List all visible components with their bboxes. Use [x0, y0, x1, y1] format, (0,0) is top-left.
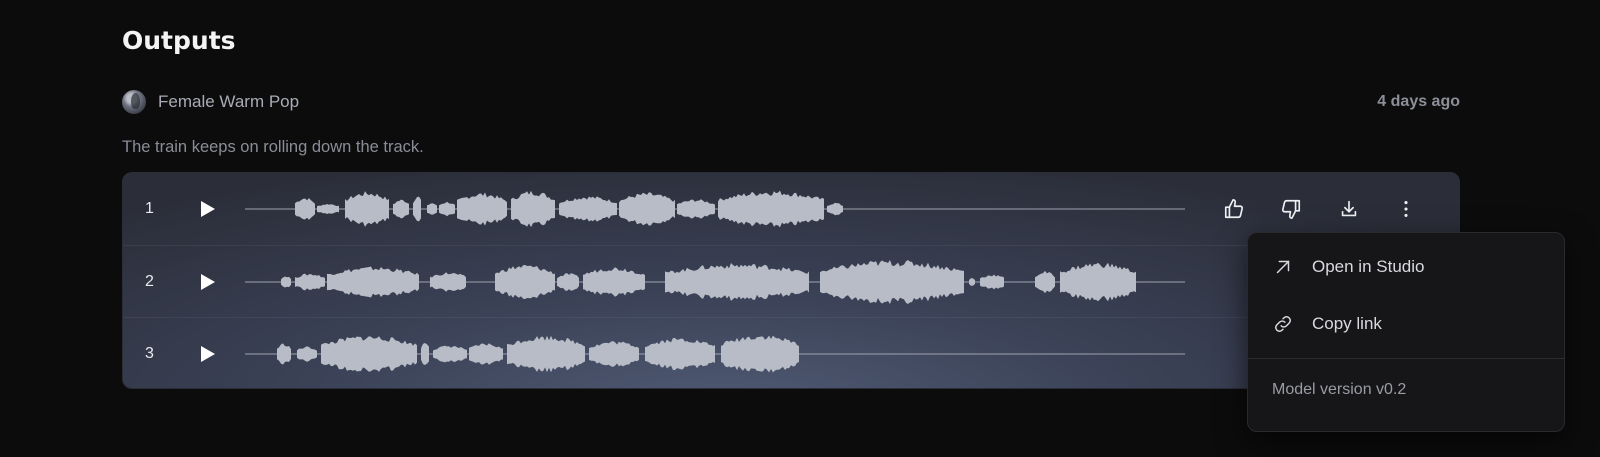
waveform-segment: [589, 340, 639, 367]
waveform-segment: [277, 342, 291, 365]
waveform-segment: [1060, 262, 1136, 301]
waveform-segment: [511, 190, 555, 228]
waveform-segment: [820, 259, 964, 304]
waveform-segment: [439, 201, 455, 217]
waveform-segment: [645, 337, 715, 370]
play-icon: [201, 273, 215, 290]
play-button[interactable]: [193, 340, 221, 368]
waveform-segment: [321, 335, 417, 372]
waveform-segment: [495, 264, 555, 299]
menu-item-open-in-studio[interactable]: Open in Studio: [1248, 240, 1564, 294]
track-number: 2: [145, 272, 154, 290]
thumbs-down-icon: [1282, 199, 1301, 219]
waveform-segment: [980, 274, 1004, 289]
waveform-segment: [433, 345, 467, 362]
waveform-segment: [583, 266, 645, 297]
track-number: 3: [145, 344, 154, 362]
waveform-segment: [297, 345, 317, 362]
menu-item-label: Open in Studio: [1312, 257, 1425, 276]
waveform-segment: [507, 335, 585, 372]
more-vertical-icon: [1404, 201, 1408, 217]
waveform-segment: [281, 276, 291, 287]
waveform-segment: [457, 192, 507, 226]
voice-row: Female Warm Pop 4 days ago: [122, 89, 1460, 115]
waveform-segment: [559, 196, 617, 222]
play-button[interactable]: [193, 195, 221, 223]
menu-divider: [1248, 358, 1564, 359]
waveform-segment: [317, 204, 339, 214]
download-button[interactable]: [1331, 191, 1367, 227]
waveform[interactable]: [245, 179, 1201, 239]
more-options-button[interactable]: [1388, 191, 1424, 227]
prompt-text: The train keeps on rolling down the trac…: [122, 138, 424, 156]
waveform[interactable]: [245, 252, 1201, 312]
link-icon: [1275, 316, 1291, 332]
track-number: 1: [145, 200, 154, 217]
waveform-segment: [295, 273, 325, 290]
model-version: Model version v0.2: [1272, 381, 1407, 398]
waveform-segment: [1035, 270, 1055, 293]
menu-item-label: Copy link: [1312, 314, 1382, 333]
waveform-segment: [619, 192, 675, 226]
arrow-up-right-icon: [1276, 260, 1290, 274]
timestamp: 4 days ago: [1377, 93, 1460, 110]
waveform-segment: [327, 266, 419, 297]
menu-item-copy-link[interactable]: Copy link: [1248, 297, 1564, 351]
waveform-segment: [345, 191, 389, 227]
play-icon: [201, 345, 215, 362]
waveform[interactable]: [245, 324, 1201, 384]
waveform-segment: [677, 199, 715, 219]
waveform-segment: [469, 342, 503, 365]
section-title: Outputs: [122, 26, 236, 55]
waveform-segment: [295, 198, 315, 220]
waveform-segment: [393, 199, 409, 219]
download-icon: [1341, 200, 1356, 217]
waveform-segment: [427, 203, 437, 215]
voice-name[interactable]: Female Warm Pop: [158, 92, 299, 112]
waveform-segment: [721, 335, 799, 372]
play-icon: [201, 201, 215, 217]
voice-avatar: [122, 90, 146, 114]
waveform-segment: [718, 190, 824, 228]
dislike-button[interactable]: [1273, 191, 1309, 227]
waveform-segment: [557, 272, 579, 291]
more-options-menu: Open in Studio Copy link Model version v…: [1247, 232, 1565, 432]
like-button[interactable]: [1216, 191, 1252, 227]
play-button[interactable]: [193, 268, 221, 296]
waveform-segment: [665, 262, 809, 301]
waveform-segment: [413, 196, 421, 222]
waveform-segment: [430, 271, 466, 292]
waveform-segment: [969, 277, 975, 286]
thumbs-up-icon: [1224, 199, 1243, 219]
waveform-segment: [421, 342, 429, 365]
waveform-segment: [827, 202, 843, 216]
track-actions: [1205, 189, 1435, 229]
